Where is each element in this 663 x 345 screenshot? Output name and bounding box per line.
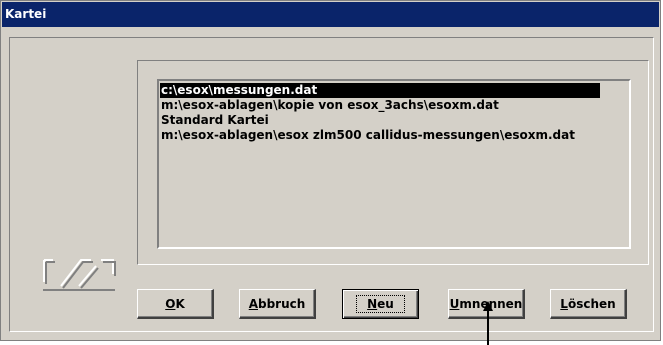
focus-rectangle: Neu	[356, 295, 405, 313]
list-item[interactable]: m:\esox-ablagen\esox zlm500 callidus-mes…	[160, 128, 575, 143]
list-item[interactable]: m:\esox-ablagen\kopie von esox_3achs\eso…	[160, 98, 499, 113]
neu-button[interactable]: Neu	[342, 289, 419, 319]
window-title: Kartei	[5, 7, 47, 21]
neu-label: eu	[377, 297, 394, 311]
neu-accel: N	[367, 297, 378, 311]
list-item[interactable]: c:\esox\messungen.dat	[160, 83, 600, 98]
ok-button[interactable]: OK	[137, 289, 214, 319]
loeschen-accel: L	[560, 296, 568, 311]
list-item[interactable]: Standard Kartei	[160, 113, 269, 128]
ok-label: K	[175, 296, 185, 311]
abbruch-label: bbruch	[258, 296, 306, 311]
title-bar[interactable]: Kartei	[2, 2, 659, 27]
loeschen-button[interactable]: Löschen	[550, 289, 627, 319]
loeschen-label: öschen	[567, 296, 616, 311]
kartei-dialog: Kartei c:\esox\messungen.dat m:\esox-abl…	[0, 0, 661, 341]
umbenennen-accel: U	[449, 296, 460, 311]
karteikarten-logo-icon	[43, 259, 116, 291]
kartei-listbox[interactable]: c:\esox\messungen.dat m:\esox-ablagen\ko…	[157, 79, 631, 249]
abbruch-accel: A	[248, 296, 258, 311]
arrow-up-icon	[483, 301, 493, 345]
ok-accel: O	[165, 296, 176, 311]
abbruch-button[interactable]: Abbruch	[239, 289, 316, 319]
